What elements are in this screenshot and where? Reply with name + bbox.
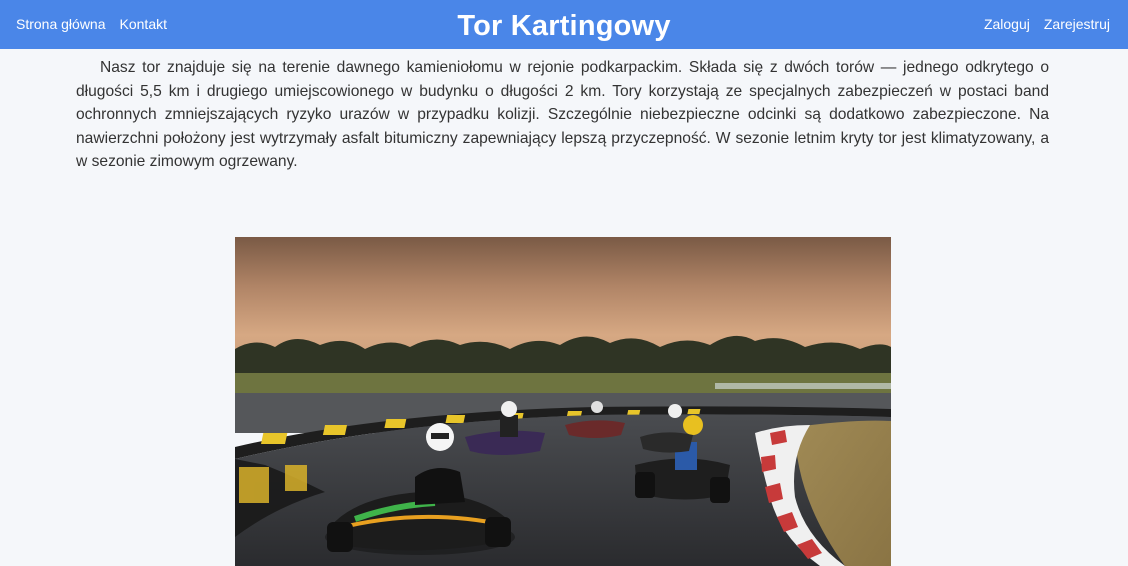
- nav-link-register[interactable]: Zarejestruj: [1044, 16, 1110, 32]
- top-navbar: Strona główna Kontakt Tor Kartingowy Zal…: [0, 0, 1128, 49]
- nav-right-links: Zaloguj Zarejestruj: [984, 16, 1110, 32]
- karting-photo: [235, 237, 891, 566]
- site-title: Tor Kartingowy: [457, 10, 671, 42]
- track-description: Nasz tor znajduje się na terenie dawnego…: [76, 59, 1049, 170]
- nav-link-login[interactable]: Zaloguj: [984, 16, 1030, 32]
